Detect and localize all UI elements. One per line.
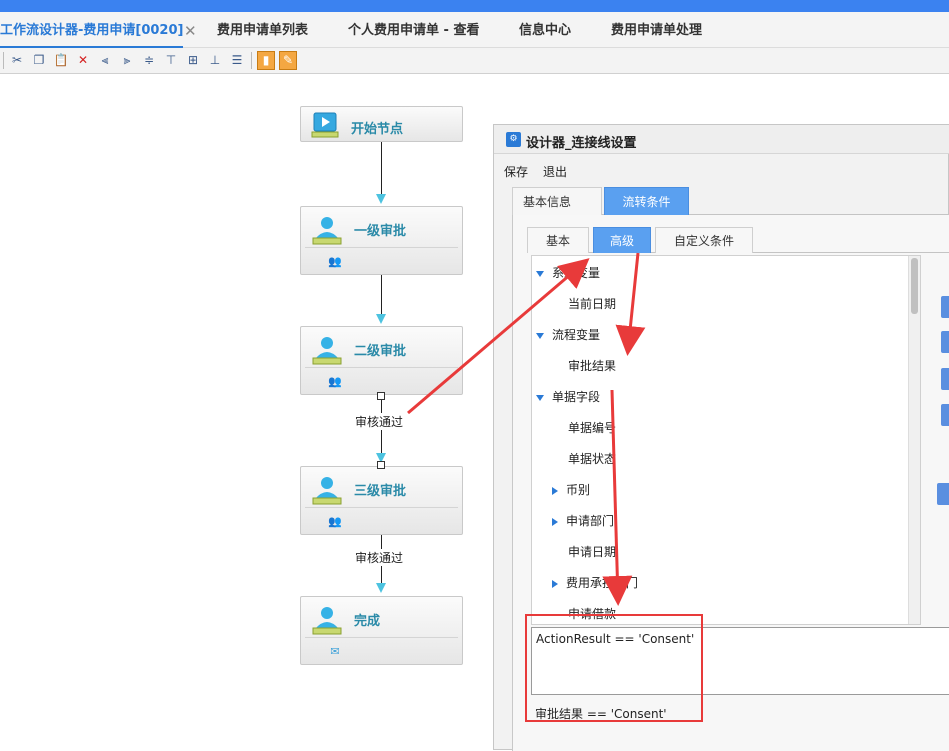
inner-tabs: 基本 高级 自定义条件: [527, 225, 949, 253]
collapse-icon[interactable]: [552, 579, 558, 588]
align-top-icon[interactable]: ⊤: [163, 52, 179, 68]
connector-line[interactable]: [381, 275, 382, 314]
expand-icon[interactable]: [536, 270, 544, 277]
exit-menu-item[interactable]: 退出: [543, 163, 567, 180]
tree-leaf[interactable]: 审批结果: [568, 357, 616, 377]
close-icon[interactable]: ✕: [184, 12, 197, 48]
copy-icon[interactable]: ❐: [31, 52, 47, 68]
tab-info-center[interactable]: 信息中心: [519, 12, 571, 48]
edge-label[interactable]: 审核通过: [355, 413, 404, 430]
tab-custom-condition[interactable]: 自定义条件: [655, 227, 753, 253]
delete-icon[interactable]: ✕: [75, 52, 91, 68]
node-label: 二级审批: [354, 344, 407, 359]
flow-node-end[interactable]: 完成 ✉: [300, 596, 463, 665]
toolbar-separator: [251, 52, 252, 69]
operator-button[interactable]: [937, 483, 949, 505]
tab-basic-info[interactable]: 基本信息: [512, 187, 602, 215]
expand-icon[interactable]: [536, 332, 544, 339]
node-label: 完成: [354, 614, 381, 629]
tab-advanced[interactable]: 高级: [593, 227, 651, 253]
flow-node-level3[interactable]: 三级审批 👥: [300, 466, 463, 535]
user-icon: [312, 337, 342, 365]
node-divider: [305, 507, 458, 508]
designer-icon: ⚙: [506, 132, 521, 147]
node-label: 一级审批: [354, 224, 407, 239]
tree-node-form-fields[interactable]: 单据字段: [536, 388, 600, 408]
align-bottom-icon[interactable]: ⊥: [207, 52, 223, 68]
mail-icon: ✉: [330, 645, 340, 658]
tab-expense-processing[interactable]: 费用申请单处理: [611, 12, 702, 48]
flow-conditions-panel: 基本 高级 自定义条件 系统变量 当前日期 流程变量 审批结果 单据字段 单据编…: [512, 215, 949, 751]
expression-display: 审批结果 == 'Consent': [535, 707, 667, 721]
dialog-title: 设计器_连接线设置: [526, 136, 637, 151]
align-center-icon[interactable]: ≑: [141, 52, 157, 68]
tab-workflow-designer[interactable]: 工作流设计器-费用申请[0020]: [0, 12, 184, 48]
dialog-menu: 保存 退出: [494, 155, 949, 183]
connector-settings-dialog: ⚙ 设计器_连接线设置 保存 退出 基本信息 流转条件 基本 高级 自定义条件 …: [493, 124, 949, 751]
tree-leaf[interactable]: 申请日期: [568, 543, 616, 563]
node-divider: [305, 247, 458, 248]
expression-input[interactable]: ActionResult == 'Consent': [531, 627, 949, 695]
tree-node-system-vars[interactable]: 系统变量: [536, 264, 600, 284]
user-icon: [312, 607, 342, 635]
arrow-down-icon: [376, 314, 386, 324]
tab-flow-conditions[interactable]: 流转条件: [604, 187, 689, 215]
align-middle-icon[interactable]: ⊞: [185, 52, 201, 68]
tree-leaf[interactable]: 申请借款: [568, 605, 616, 624]
tab-basic[interactable]: 基本: [527, 227, 589, 253]
node-label: 三级审批: [354, 484, 407, 499]
operator-button[interactable]: [941, 296, 949, 318]
edge-label[interactable]: 审核通过: [355, 549, 404, 566]
paste-icon[interactable]: 📋: [53, 52, 69, 68]
outer-tabs: 基本信息 流转条件: [512, 185, 949, 215]
designer-toolbar: ✂ ❐ 📋 ✕ ⫷ ⫸ ≑ ⊤ ⊞ ⊥ ☰ ▮ ✎: [0, 48, 949, 74]
scroll-thumb[interactable]: [911, 258, 918, 314]
tree-node-dept[interactable]: 申请部门: [552, 512, 614, 532]
tree-node-currency[interactable]: 币别: [552, 481, 590, 501]
align-left-icon[interactable]: ⫷: [97, 52, 113, 68]
node-divider: [305, 367, 458, 368]
align-right-icon[interactable]: ⫸: [119, 52, 135, 68]
tab-personal-expense-view[interactable]: 个人费用申请单 - 查看: [348, 12, 479, 48]
arrow-down-icon: [376, 194, 386, 204]
field-tree: 系统变量 当前日期 流程变量 审批结果 单据字段 单据编号 单据状态 币别 申请…: [531, 255, 921, 625]
node-divider: [305, 637, 458, 638]
flow-node-level2[interactable]: 二级审批 👥: [300, 326, 463, 395]
tree-leaf[interactable]: 单据编号: [568, 419, 616, 439]
operator-button[interactable]: [941, 368, 949, 390]
users-icon: 👥: [328, 375, 342, 388]
save-menu-item[interactable]: 保存: [504, 163, 528, 180]
operator-button[interactable]: [941, 331, 949, 353]
tab-bar: 工作流设计器-费用申请[0020] ✕ 费用申请单列表 个人费用申请单 - 查看…: [0, 12, 949, 48]
tree-leaf[interactable]: 当前日期: [568, 295, 616, 315]
top-accent-bar: [0, 0, 949, 12]
tree-node-flow-vars[interactable]: 流程变量: [536, 326, 600, 346]
settings-icon[interactable]: ✎: [279, 51, 297, 70]
tree-node-cost-dept[interactable]: 费用承担部门: [552, 574, 638, 594]
tree-leaf[interactable]: 单据状态: [568, 450, 616, 470]
user-icon: [312, 477, 342, 505]
play-icon: [311, 112, 339, 138]
expand-icon[interactable]: [536, 394, 544, 401]
user-icon: [312, 217, 342, 245]
align-justify-icon[interactable]: ☰: [229, 52, 245, 68]
tree-scrollbar[interactable]: [908, 256, 920, 624]
collapse-icon[interactable]: [552, 486, 558, 495]
arrow-down-icon: [376, 583, 386, 593]
users-icon: 👥: [328, 255, 342, 268]
save-icon[interactable]: ▮: [257, 51, 275, 70]
tab-expense-list[interactable]: 费用申请单列表: [217, 12, 308, 48]
flow-node-level1[interactable]: 一级审批 👥: [300, 206, 463, 275]
flow-node-start[interactable]: 开始节点: [300, 106, 463, 142]
collapse-icon[interactable]: [552, 517, 558, 526]
cut-icon[interactable]: ✂: [9, 52, 25, 68]
dialog-titlebar[interactable]: ⚙ 设计器_连接线设置: [494, 125, 949, 154]
operator-button[interactable]: [941, 404, 949, 426]
connector-handle[interactable]: [377, 392, 385, 400]
node-label: 开始节点: [351, 122, 404, 137]
connector-handle[interactable]: [377, 461, 385, 469]
toolbar-separator: [3, 52, 4, 69]
users-icon: 👥: [328, 515, 342, 528]
connector-line[interactable]: [381, 142, 382, 194]
